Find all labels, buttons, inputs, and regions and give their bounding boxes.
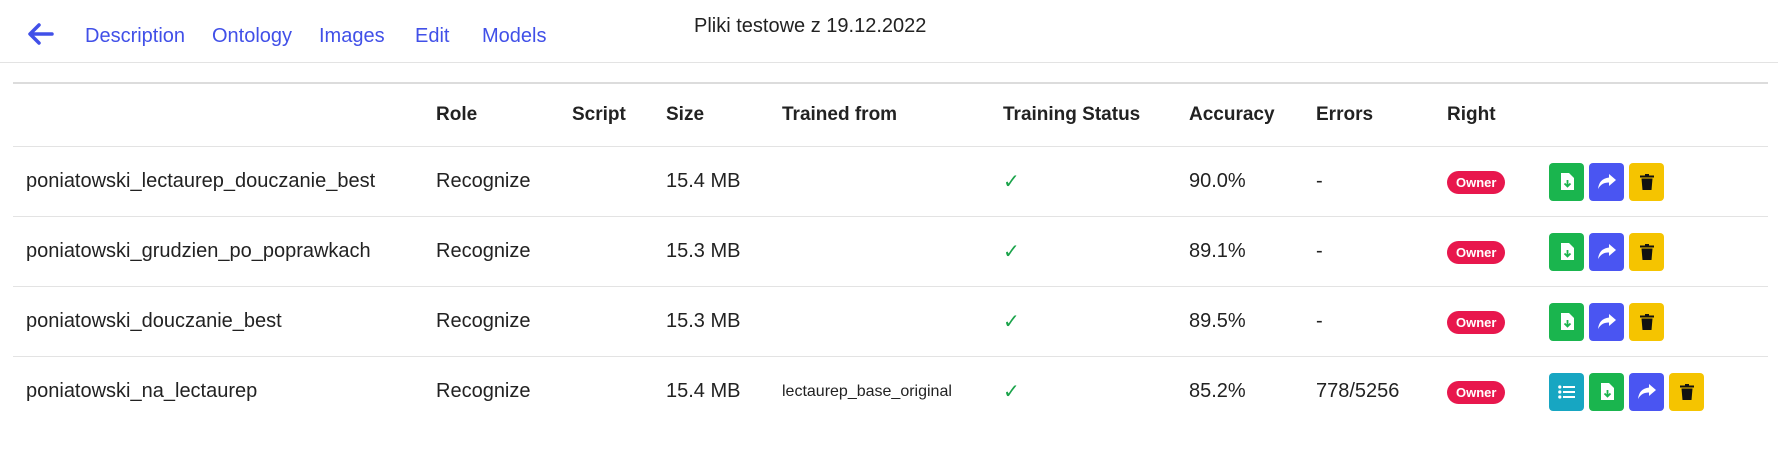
header-name: [13, 84, 436, 147]
header-accuracy: Accuracy: [1189, 104, 1275, 125]
table-header-row: Role Script Size Trained from Training S…: [13, 84, 1768, 147]
header-size: Size: [666, 104, 705, 125]
model-script: [572, 216, 666, 287]
model-errors: -: [1316, 146, 1447, 217]
model-name[interactable]: poniatowski_grudzien_po_poprawkach: [13, 216, 436, 287]
model-name[interactable]: poniatowski_douczanie_best: [13, 286, 436, 357]
status-ok-icon: ✓: [1003, 241, 1020, 263]
table-row: poniatowski_douczanie_best Recognize 15.…: [13, 286, 1768, 357]
model-role: Recognize: [436, 146, 572, 217]
models-table: Role Script Size Trained from Training S…: [13, 84, 1768, 426]
list-icon: [1558, 384, 1575, 399]
file-download-icon: [1600, 383, 1614, 400]
header-trained-from: Trained from: [782, 104, 898, 125]
table-row: poniatowski_na_lectaurep Recognize 15.4 …: [13, 356, 1768, 426]
header-role: Role: [436, 104, 478, 125]
status-ok-icon: ✓: [1003, 311, 1020, 333]
table-row: poniatowski_lectaurep_douczanie_best Rec…: [13, 146, 1768, 217]
model-name[interactable]: poniatowski_na_lectaurep: [13, 356, 436, 426]
trash-icon: [1639, 243, 1654, 260]
download-button[interactable]: [1549, 162, 1584, 201]
top-nav: Description Ontology Images Edit Models …: [0, 0, 1778, 63]
model-size: 15.3 MB: [666, 216, 782, 287]
model-role: Recognize: [436, 356, 572, 426]
header-errors: Errors: [1316, 104, 1374, 125]
model-size: 15.4 MB: [666, 146, 782, 217]
status-ok-icon: ✓: [1003, 381, 1020, 403]
owner-badge: Owner: [1447, 310, 1506, 334]
download-button[interactable]: [1589, 372, 1624, 411]
model-accuracy: 89.1%: [1189, 216, 1316, 287]
model-errors: -: [1316, 216, 1447, 287]
model-accuracy: 90.0%: [1189, 146, 1316, 217]
owner-badge: Owner: [1447, 380, 1506, 404]
models-panel: Role Script Size Trained from Training S…: [13, 82, 1768, 426]
arrow-left-icon: [28, 23, 54, 45]
status-ok-icon: ✓: [1003, 171, 1020, 193]
file-download-icon: [1560, 173, 1574, 190]
model-accuracy: 89.5%: [1189, 286, 1316, 357]
table-row: poniatowski_grudzien_po_poprawkach Recog…: [13, 216, 1768, 287]
download-button[interactable]: [1549, 232, 1584, 271]
share-arrow-icon: [1637, 384, 1656, 399]
download-button[interactable]: [1549, 302, 1584, 341]
model-size: 15.4 MB: [666, 356, 782, 426]
row-actions: [1549, 232, 1768, 271]
header-right: Right: [1447, 104, 1496, 125]
header-actions: [1549, 84, 1768, 147]
model-errors: 778/5256: [1316, 356, 1447, 426]
owner-badge: Owner: [1447, 240, 1506, 264]
delete-button[interactable]: [1669, 372, 1704, 411]
share-arrow-icon: [1597, 314, 1616, 329]
model-role: Recognize: [436, 286, 572, 357]
tab-models[interactable]: Models: [482, 25, 546, 48]
model-script: [572, 356, 666, 426]
model-name[interactable]: poniatowski_lectaurep_douczanie_best: [13, 146, 436, 217]
row-actions: [1549, 302, 1768, 341]
share-button[interactable]: [1629, 372, 1664, 411]
tab-description[interactable]: Description: [85, 25, 185, 48]
tab-ontology[interactable]: Ontology: [212, 25, 292, 48]
owner-badge: Owner: [1447, 170, 1506, 194]
row-actions: [1549, 372, 1768, 411]
tab-edit[interactable]: Edit: [415, 25, 449, 48]
tab-images[interactable]: Images: [319, 25, 385, 48]
model-trained-from: [782, 216, 1003, 287]
model-script: [572, 146, 666, 217]
trash-icon: [1639, 173, 1654, 190]
share-arrow-icon: [1597, 174, 1616, 189]
file-download-icon: [1560, 313, 1574, 330]
file-download-icon: [1560, 243, 1574, 260]
trash-icon: [1639, 313, 1654, 330]
header-training-status: Training Status: [1003, 104, 1141, 125]
model-script: [572, 286, 666, 357]
delete-button[interactable]: [1629, 232, 1664, 271]
model-role: Recognize: [436, 216, 572, 287]
model-accuracy: 85.2%: [1189, 356, 1316, 426]
share-arrow-icon: [1597, 244, 1616, 259]
model-errors: -: [1316, 286, 1447, 357]
delete-button[interactable]: [1629, 302, 1664, 341]
share-button[interactable]: [1589, 302, 1624, 341]
model-trained-from: [782, 146, 1003, 217]
page-title: Pliki testowe z 19.12.2022: [694, 15, 927, 37]
back-button[interactable]: [26, 22, 56, 50]
model-trained-from: lectaurep_base_original: [782, 356, 1003, 426]
model-trained-from: [782, 286, 1003, 357]
share-button[interactable]: [1589, 162, 1624, 201]
details-button[interactable]: [1549, 372, 1584, 411]
row-actions: [1549, 162, 1768, 201]
model-size: 15.3 MB: [666, 286, 782, 357]
share-button[interactable]: [1589, 232, 1624, 271]
header-script: Script: [572, 104, 626, 125]
trash-icon: [1679, 383, 1694, 400]
delete-button[interactable]: [1629, 162, 1664, 201]
